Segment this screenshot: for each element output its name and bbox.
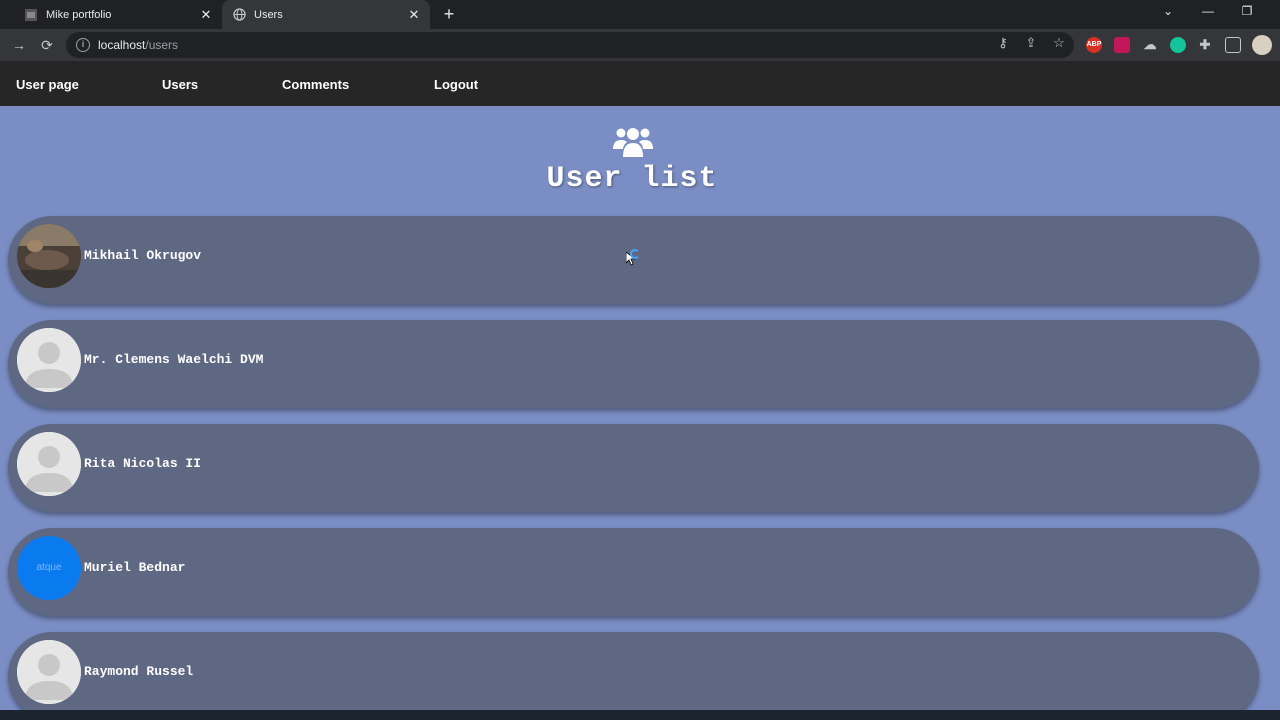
close-tab-icon[interactable]: ✕ [198, 7, 214, 23]
share-icon[interactable]: ⇪ [1023, 35, 1039, 51]
tab-title: Users [254, 8, 283, 21]
browser-tab-users[interactable]: Users ✕ [222, 0, 430, 29]
reload-icon[interactable]: ⟳ [38, 36, 56, 54]
user-card[interactable]: Rita Nicolas II [8, 424, 1259, 512]
nav-logout[interactable]: Logout [434, 61, 478, 108]
close-tab-icon[interactable]: ✕ [406, 7, 422, 23]
user-name[interactable]: Raymond Russel [84, 632, 193, 710]
browser-tab-bar: Mike portfolio ✕ Users ✕ + ⌄ — ❐ [0, 0, 1280, 29]
cloud-extension-icon[interactable]: ☁ [1142, 37, 1158, 53]
user-card[interactable]: Raymond Russel [8, 632, 1259, 710]
tab-search-icon[interactable]: ⌄ [1158, 4, 1178, 18]
address-bar[interactable]: i localhost/users [66, 32, 1074, 58]
browser-toolbar: → ⟳ i localhost/users ⚷ ⇪ ☆ ABP ☁ ✚ [0, 29, 1280, 61]
minimize-icon[interactable]: — [1198, 4, 1218, 18]
tab-title: Mike portfolio [46, 8, 112, 21]
new-tab-icon[interactable]: + [440, 5, 458, 23]
extension-icon[interactable] [1114, 37, 1130, 53]
os-taskbar [0, 710, 1280, 720]
page-title: User list [546, 162, 718, 196]
default-avatar-icon [17, 328, 81, 392]
site-info-icon[interactable]: i [76, 38, 90, 52]
user-name[interactable]: Rita Nicolas II [84, 424, 201, 504]
user-name[interactable]: Mikhail Okrugov [84, 216, 201, 296]
nav-user-page[interactable]: User page [16, 61, 79, 108]
loading-spinner-icon [630, 249, 640, 259]
browser-tab-portfolio[interactable]: Mike portfolio ✕ [14, 0, 222, 29]
site-favicon-icon [24, 8, 38, 22]
profile-avatar-icon[interactable] [1252, 35, 1272, 55]
nav-comments[interactable]: Comments [282, 61, 349, 108]
nav-users[interactable]: Users [162, 61, 198, 108]
grammarly-icon[interactable] [1170, 37, 1186, 53]
site-navbar: User page Users Comments Logout [0, 61, 1280, 106]
bookmark-star-icon[interactable]: ☆ [1051, 35, 1067, 51]
forward-arrow-icon[interactable]: → [10, 36, 28, 54]
url-text: localhost/users [98, 38, 179, 52]
users-page: User list Mikhail Okrugov Mr. Clemens Wa… [0, 106, 1280, 710]
user-name[interactable]: Mr. Clemens Waelchi DVM [84, 320, 263, 400]
key-icon[interactable]: ⚷ [995, 35, 1011, 51]
default-avatar-icon [17, 432, 81, 496]
user-avatar-photo [17, 224, 81, 288]
side-panel-icon[interactable] [1225, 37, 1241, 53]
user-name[interactable]: Muriel Bednar [84, 528, 185, 608]
user-card[interactable]: Mr. Clemens Waelchi DVM [8, 320, 1259, 408]
globe-icon [232, 8, 246, 22]
user-avatar-text: atque [17, 536, 81, 600]
puzzle-extensions-icon[interactable]: ✚ [1197, 37, 1213, 53]
users-group-icon [613, 128, 653, 157]
adblock-extension-icon[interactable]: ABP [1086, 37, 1102, 53]
user-card[interactable]: atque Muriel Bednar [8, 528, 1259, 616]
maximize-icon[interactable]: ❐ [1237, 4, 1257, 18]
default-avatar-icon [17, 640, 81, 704]
